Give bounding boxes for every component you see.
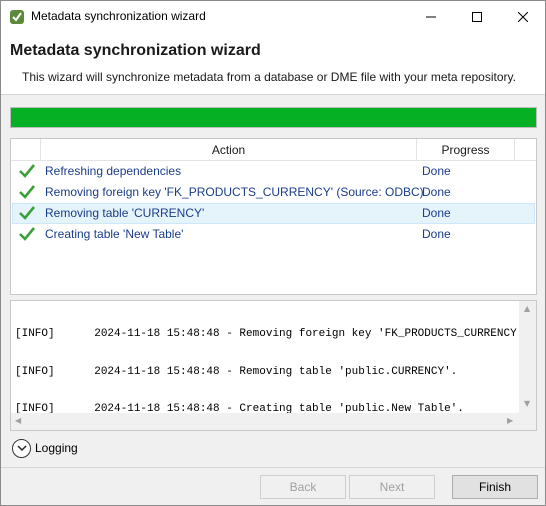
log-line: [INFO] 2024-11-18 15:48:48 - Removing fo… bbox=[15, 328, 520, 340]
checkmark-icon bbox=[19, 164, 35, 178]
log-textarea[interactable]: [INFO] 2024-11-18 15:48:48 - Removing fo… bbox=[10, 300, 537, 431]
column-header-icon[interactable] bbox=[11, 139, 41, 161]
app-icon bbox=[10, 10, 24, 24]
wizard-window: Metadata synchronization wizard Metadata… bbox=[0, 0, 546, 506]
list-item[interactable]: Removing foreign key 'FK_PRODUCTS_CURREN… bbox=[12, 182, 535, 203]
scroll-left-icon[interactable]: ◀ bbox=[15, 416, 21, 425]
maximize-button[interactable] bbox=[454, 1, 500, 32]
column-header-progress[interactable]: Progress bbox=[417, 139, 515, 161]
page-subtitle: This wizard will synchronize metadata fr… bbox=[22, 70, 516, 84]
page-title: Metadata synchronization wizard bbox=[10, 42, 261, 59]
action-label: Creating table 'New Table' bbox=[45, 227, 184, 241]
log-line: [INFO] 2024-11-18 15:48:48 - Removing ta… bbox=[15, 365, 458, 378]
minimize-button[interactable] bbox=[408, 1, 454, 32]
list-item[interactable]: Creating table 'New Table' Done bbox=[12, 224, 535, 245]
checkmark-icon bbox=[19, 206, 35, 220]
minimize-icon bbox=[426, 16, 436, 17]
action-label: Removing table 'CURRENCY' bbox=[45, 206, 205, 220]
scrollbar-corner bbox=[519, 413, 536, 430]
vertical-scrollbar[interactable]: ▲ ▼ bbox=[519, 301, 536, 413]
logging-label: Logging bbox=[35, 441, 78, 455]
log-content: [INFO] 2024-11-18 15:48:48 - Removing fo… bbox=[15, 303, 520, 413]
action-label: Removing foreign key 'FK_PRODUCTS_CURREN… bbox=[45, 185, 424, 199]
progress-status: Done bbox=[422, 185, 451, 199]
progress-status: Done bbox=[422, 164, 451, 178]
progress-bar bbox=[10, 107, 537, 128]
log-line: [INFO] 2024-11-18 15:48:48 - Creating ta… bbox=[15, 403, 464, 413]
finish-button[interactable]: Finish bbox=[452, 475, 538, 499]
divider bbox=[1, 467, 545, 468]
scroll-down-icon[interactable]: ▼ bbox=[524, 399, 530, 408]
checkmark-icon bbox=[19, 185, 35, 199]
list-item[interactable]: Refreshing dependencies Done bbox=[12, 161, 535, 182]
scroll-up-icon[interactable]: ▲ bbox=[524, 304, 530, 313]
horizontal-scrollbar[interactable]: ◀ ▶ bbox=[11, 413, 521, 430]
scroll-right-icon[interactable]: ▶ bbox=[507, 416, 513, 425]
action-list[interactable]: Action Progress Refreshing dependencies … bbox=[10, 138, 537, 295]
checkmark-icon bbox=[19, 227, 35, 241]
close-button[interactable] bbox=[500, 1, 546, 32]
wizard-header: Metadata synchronization wizard This wiz… bbox=[1, 32, 545, 95]
list-item-selected[interactable]: Removing table 'CURRENCY' Done bbox=[12, 203, 535, 224]
progress-status: Done bbox=[422, 227, 451, 241]
window-title: Metadata synchronization wizard bbox=[31, 9, 206, 23]
title-bar: Metadata synchronization wizard bbox=[1, 1, 545, 32]
maximize-icon bbox=[472, 11, 482, 22]
close-icon bbox=[518, 11, 528, 22]
next-button[interactable]: Next bbox=[349, 475, 435, 499]
back-button[interactable]: Back bbox=[260, 475, 346, 499]
logging-toggle[interactable]: Logging bbox=[12, 438, 78, 458]
chevron-down-icon[interactable] bbox=[12, 438, 31, 458]
list-header: Action Progress bbox=[11, 139, 536, 161]
progress-fill bbox=[11, 108, 536, 127]
column-header-action[interactable]: Action bbox=[41, 139, 417, 161]
action-label: Refreshing dependencies bbox=[45, 164, 182, 178]
progress-status: Done bbox=[422, 206, 451, 220]
